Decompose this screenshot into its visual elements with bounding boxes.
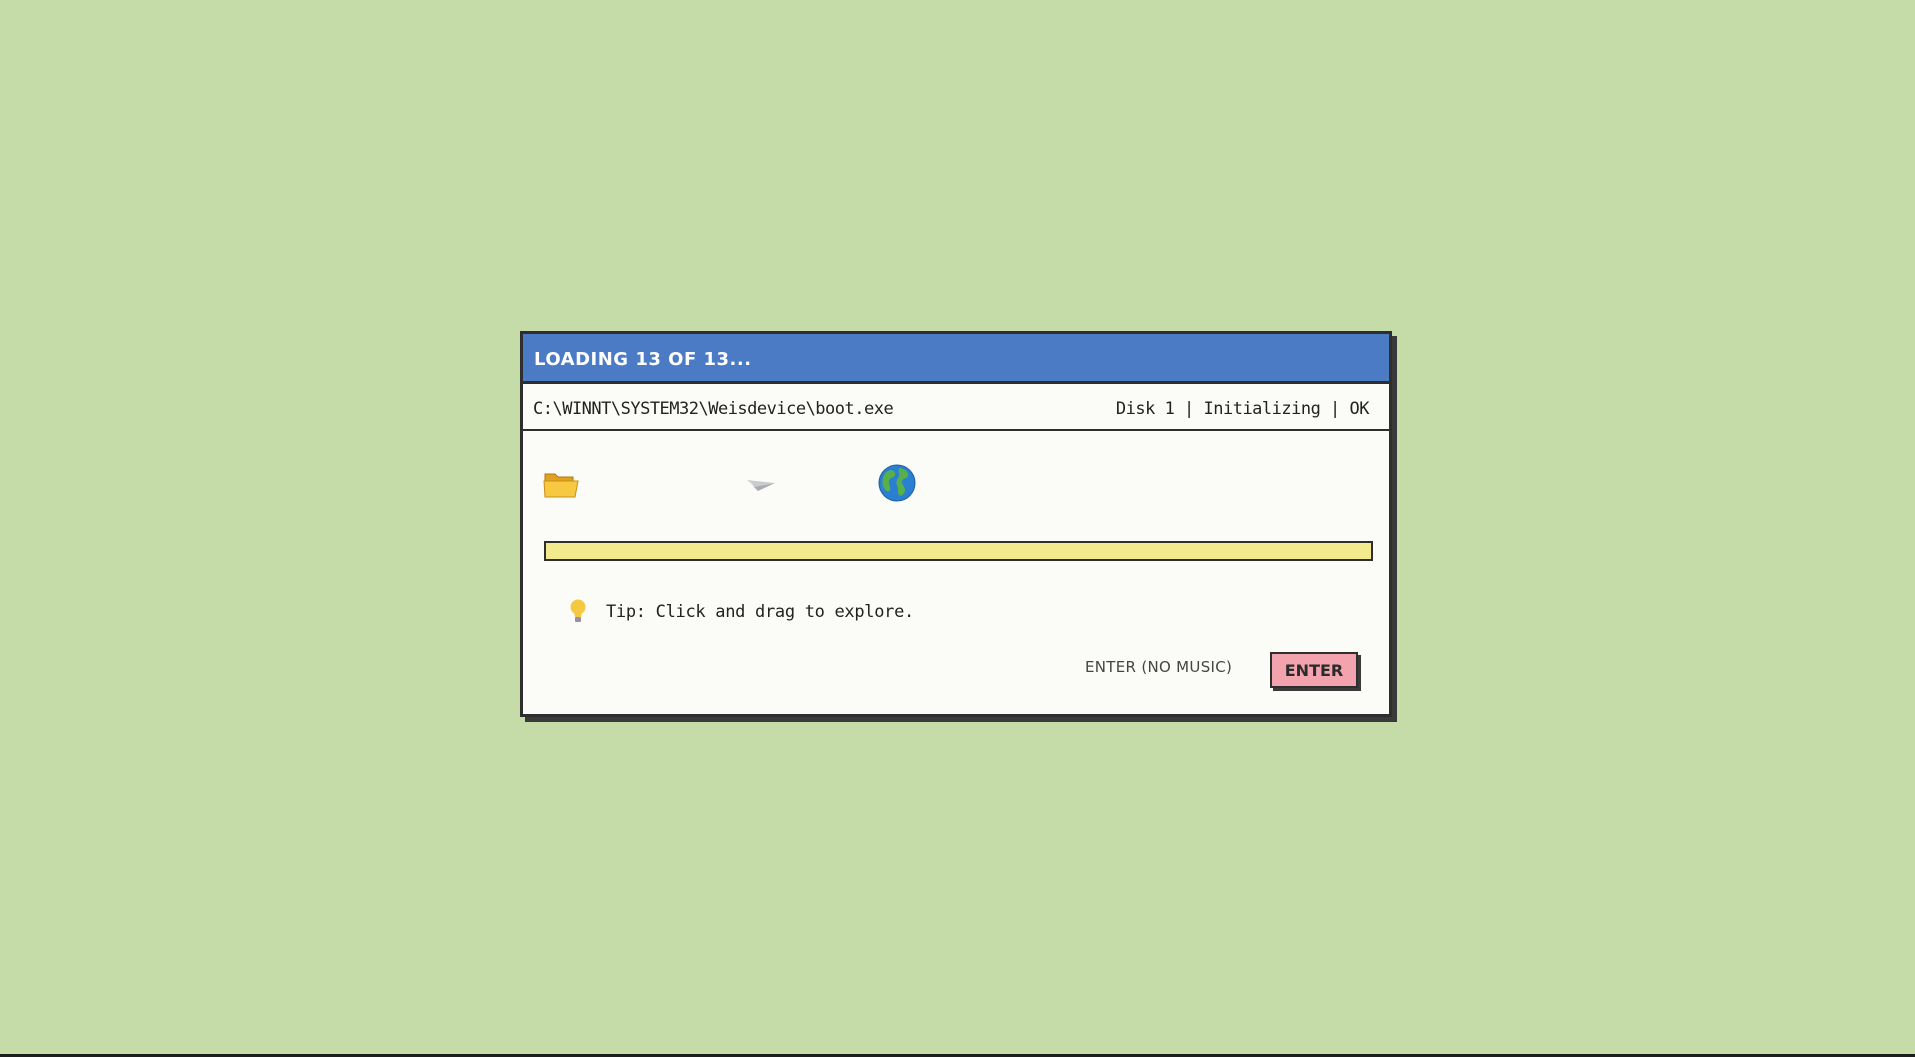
disk-status: Disk 1 | Initializing | OK <box>1115 399 1370 419</box>
paper-plane-icon <box>747 480 775 491</box>
globe-icon <box>878 464 916 502</box>
enter-no-music-button[interactable]: ENTER (NO MUSIC) <box>1085 658 1232 676</box>
loading-progress-bar <box>544 541 1373 561</box>
dialog-titlebar: LOADING 13 OF 13... <box>523 334 1389 384</box>
lightbulb-icon <box>570 599 586 622</box>
loading-dialog: LOADING 13 OF 13... C:\WINNT\SYSTEM32\We… <box>520 331 1392 717</box>
desktop-background: LOADING 13 OF 13... C:\WINNT\SYSTEM32\We… <box>0 0 1915 1057</box>
tip-text: Tip: Click and drag to explore. <box>606 602 914 622</box>
enter-button[interactable]: ENTER <box>1270 652 1358 688</box>
file-path: C:\WINNT\SYSTEM32\Weisdevice\boot.exe <box>533 399 894 419</box>
dialog-title: LOADING 13 OF 13... <box>534 349 752 370</box>
progress-fill <box>546 543 1371 559</box>
folder-icon <box>543 473 579 498</box>
path-status-bar: C:\WINNT\SYSTEM32\Weisdevice\boot.exe Di… <box>523 386 1389 431</box>
